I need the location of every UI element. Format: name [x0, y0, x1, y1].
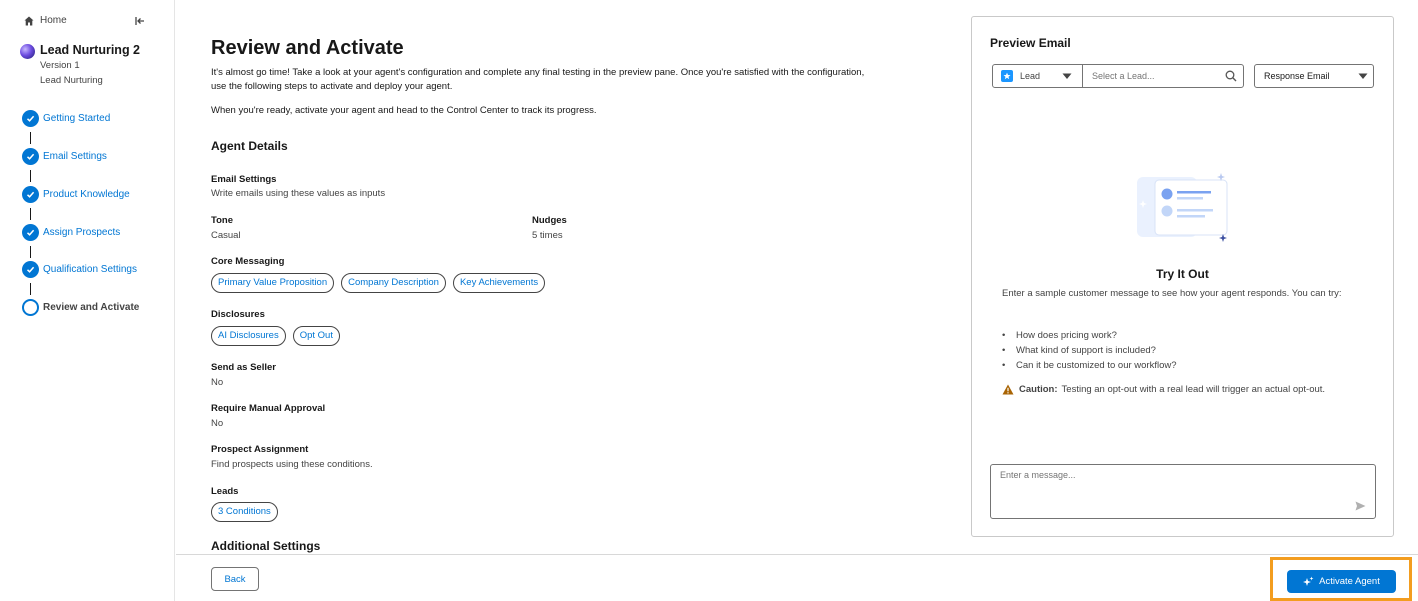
lead-search-input[interactable]	[1083, 65, 1213, 87]
step-label: Qualification Settings	[43, 264, 137, 275]
manual-approval-label: Require Manual Approval	[211, 403, 326, 414]
pill-leads-conditions[interactable]: 3 Conditions	[211, 502, 278, 522]
leads-label: Leads	[211, 486, 239, 497]
prospect-assignment-description: Find prospects using these conditions.	[211, 459, 373, 470]
pill-ai-disclosures[interactable]: AI Disclosures	[211, 326, 286, 346]
pill-primary-value-proposition[interactable]: Primary Value Proposition	[211, 273, 335, 293]
send-icon[interactable]	[1355, 501, 1366, 511]
suggestion-list: How does pricing work? What kind of supp…	[1002, 328, 1177, 373]
suggestion-item: What kind of support is included?	[1002, 343, 1177, 358]
collapse-sidebar-icon[interactable]	[134, 15, 146, 27]
step-connector	[30, 246, 31, 258]
step-label: Product Knowledge	[43, 189, 130, 200]
back-button[interactable]: Back	[211, 567, 259, 591]
response-type-select[interactable]: Response Email	[1254, 64, 1374, 88]
sparkle-icon	[1303, 576, 1314, 586]
main-content[interactable]: Review and Activate It's almost go time!…	[176, 0, 956, 554]
manual-approval-value: No	[211, 418, 224, 429]
lead-object-icon	[1001, 70, 1013, 82]
object-type-value: Lead	[1020, 71, 1041, 81]
step-review-and-activate[interactable]: Review and Activate	[22, 299, 139, 316]
page-title: Review and Activate	[211, 37, 404, 59]
try-it-out-title: Try It Out	[1156, 267, 1209, 281]
email-settings-description: Write emails using these values as input…	[211, 188, 386, 199]
step-assign-prospects[interactable]: Assign Prospects	[22, 224, 120, 241]
chevron-down-icon	[1062, 73, 1072, 79]
nudges-label: Nudges	[532, 215, 567, 226]
message-composer[interactable]	[990, 464, 1376, 519]
check-icon	[22, 261, 39, 278]
check-icon	[22, 186, 39, 203]
step-label: Email Settings	[43, 151, 107, 162]
check-icon	[22, 110, 39, 127]
activate-agent-label: Activate Agent	[1319, 576, 1380, 587]
agent-version: Version 1	[40, 60, 80, 71]
activate-agent-button[interactable]: Activate Agent	[1287, 570, 1396, 593]
step-label: Assign Prospects	[43, 227, 121, 238]
search-icon[interactable]	[1225, 70, 1237, 82]
email-settings-label: Email Settings	[211, 174, 277, 185]
preview-email-panel: Preview Email Lead Response Email Try It…	[971, 16, 1394, 537]
intro-text-2: When you're ready, activate your agent a…	[211, 105, 597, 116]
activate-highlight: Activate Agent	[1270, 557, 1412, 601]
check-icon	[22, 148, 39, 165]
caution-notice: Caution: Testing an opt-out with a real …	[1002, 384, 1325, 395]
step-connector	[30, 208, 31, 220]
nudges-value: 5 times	[532, 230, 563, 241]
prospect-assignment-label: Prospect Assignment	[211, 444, 309, 455]
caution-text: Testing an opt-out with a real lead will…	[1061, 384, 1326, 395]
step-product-knowledge[interactable]: Product Knowledge	[22, 186, 130, 203]
agent-details-heading: Agent Details	[211, 139, 288, 153]
try-it-out-illustration	[1137, 173, 1228, 242]
warning-icon	[1002, 384, 1014, 395]
step-email-settings[interactable]: Email Settings	[22, 148, 107, 165]
home-label: Home	[40, 15, 67, 26]
try-it-out-description: Enter a sample customer message to see h…	[1002, 288, 1342, 299]
suggestion-item: Can it be customized to our workflow?	[1002, 358, 1177, 373]
preview-title: Preview Email	[990, 36, 1071, 50]
chevron-down-icon	[1358, 73, 1368, 79]
step-connector	[30, 132, 31, 144]
tone-label: Tone	[211, 215, 233, 226]
pill-opt-out[interactable]: Opt Out	[292, 326, 340, 346]
footer-bar: Back Activate Agent	[176, 554, 1418, 601]
step-getting-started[interactable]: Getting Started	[22, 110, 110, 127]
additional-settings-heading: Additional Settings	[211, 539, 321, 553]
agent-name: Lead Nurturing 2	[40, 43, 141, 57]
agent-type: Lead Nurturing	[40, 75, 103, 86]
lead-search-field[interactable]	[1082, 64, 1244, 88]
step-qualification-settings[interactable]: Qualification Settings	[22, 261, 137, 278]
step-connector	[30, 283, 31, 295]
step-label: Review and Activate	[43, 302, 140, 313]
object-type-select[interactable]: Lead	[992, 64, 1083, 88]
intro-text: It's almost go time! Take a look at your…	[211, 67, 865, 92]
disclosures-label: Disclosures	[211, 309, 265, 320]
home-icon	[24, 16, 34, 25]
core-messaging-label: Core Messaging	[211, 256, 285, 267]
suggestion-item: How does pricing work?	[1002, 328, 1177, 343]
current-step-icon	[22, 299, 39, 316]
check-icon	[22, 224, 39, 241]
agent-avatar	[20, 44, 35, 59]
home-link[interactable]: Home	[24, 15, 67, 26]
pill-key-achievements[interactable]: Key Achievements	[452, 273, 546, 293]
caution-label: Caution:	[1019, 384, 1058, 395]
message-input[interactable]	[991, 465, 1341, 505]
step-connector	[30, 170, 31, 182]
send-as-seller-label: Send as Seller	[211, 362, 276, 373]
sidebar: Home Lead Nurturing 2 Version 1 Lead Nur…	[0, 0, 175, 601]
disclosures-pills: AI Disclosures Opt Out	[211, 326, 340, 346]
leads-pills: 3 Conditions	[211, 502, 278, 522]
core-messaging-pills: Primary Value Proposition Company Descri…	[211, 273, 546, 293]
response-type-value: Response Email	[1264, 71, 1330, 81]
step-label: Getting Started	[43, 113, 111, 124]
pill-company-description[interactable]: Company Description	[341, 273, 446, 293]
send-as-seller-value: No	[211, 377, 224, 388]
tone-value: Casual	[211, 230, 241, 241]
